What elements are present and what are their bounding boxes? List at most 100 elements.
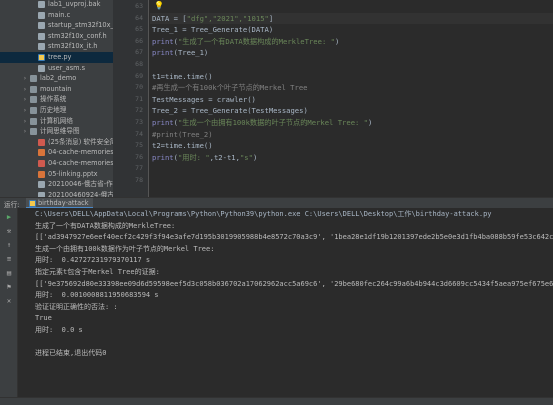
line-number: 68 (135, 60, 143, 68)
code-token: "dfg","2021","1015" (186, 13, 269, 23)
code-editor[interactable]: 💡 DATA = ["dfg","2021","1015"] Tree_1 = T… (150, 0, 553, 197)
console-line: C:\Users\DELL\AppData\Local\Programs\Pyt… (35, 210, 492, 218)
project-tree-item[interactable]: stm32f10x_it.h (0, 41, 113, 52)
code-line[interactable]: print("生成了一个有DATA数据构成的MerkleTree: ") (152, 36, 339, 47)
code-token: print (152, 118, 174, 127)
chevron-right-icon[interactable]: › (22, 116, 28, 127)
code-line[interactable]: t2=time.time() (152, 140, 213, 151)
chevron-right-icon[interactable]: › (22, 105, 28, 116)
code-line[interactable]: #print(Tree_2) (152, 129, 213, 140)
project-tree-item[interactable]: › 计网思维导图 (0, 126, 113, 137)
console-line: 用时: 0.0 s (35, 326, 83, 334)
project-tree-item-label: mountain (40, 84, 72, 93)
project-tree-item[interactable]: 202100460924-俄古省- (0, 190, 113, 197)
project-tree-item[interactable]: lab1_uvproj.bak (0, 0, 113, 10)
project-tree-item[interactable]: startup_stm32f10x_m (0, 20, 113, 31)
file-icon (38, 64, 45, 72)
project-tree-item[interactable]: main.c (0, 10, 113, 21)
line-number: 64 (135, 13, 143, 22)
file-icon (38, 22, 45, 30)
code-line[interactable]: Tree_1 = Tree_Generate(DATA) (152, 24, 273, 35)
pin-icon[interactable]: ⚑ (4, 282, 14, 292)
file-icon (38, 11, 45, 19)
folder-icon (30, 107, 37, 114)
code-token: #print(Tree_2) (152, 129, 213, 139)
project-tree-item[interactable]: 05-linking.pptx (0, 169, 113, 180)
project-tree-item[interactable]: user_asm.s (0, 63, 113, 74)
project-tree-item[interactable]: (25条消息) 软件安全简单 (0, 137, 113, 148)
line-number: 72 (135, 106, 143, 115)
project-tree-item[interactable]: tree.py (0, 52, 113, 63)
project-tree-item-label: 202100460924-俄古省- (48, 190, 113, 197)
code-token: print (152, 48, 174, 58)
console-line: 生成一个由拥有100k数据作为叶子节点的Merkel Tree: (35, 244, 215, 253)
project-tree-item[interactable]: › lab2_demo (0, 73, 113, 84)
project-tree-item[interactable]: stm32f10x_conf.h (0, 31, 113, 42)
project-tree-item-label: lab2_demo (40, 74, 77, 83)
project-tree-item[interactable]: 04-cache-memories.ppt (0, 147, 113, 158)
project-tree-item[interactable]: › 操作系统 (0, 94, 113, 105)
console-line: 用时: 0.0010008811950683594 s (35, 291, 159, 300)
line-number: 67 (135, 48, 143, 57)
up-arrow-icon[interactable]: ↑ (4, 240, 14, 250)
chevron-right-icon[interactable]: › (22, 73, 28, 84)
code-line[interactable]: t1=time.time() (152, 71, 213, 82)
console-line: 进程已结束,退出代码0 (35, 349, 107, 358)
code-token: Tree_2 = Tree_Generate(TestMessages) (152, 106, 308, 116)
code-line[interactable]: DATA = ["dfg","2021","1015"] (150, 12, 553, 24)
console-line: 指定元素t包含于Merkel Tree的证据: (35, 268, 160, 276)
python-file-icon (29, 200, 36, 207)
line-number: 77 (135, 164, 143, 173)
chevron-right-icon[interactable]: › (22, 126, 28, 137)
code-line[interactable]: print("用时: ",t2-t1,"s") (152, 152, 257, 163)
project-tree-item[interactable]: › 历史地理 (0, 105, 113, 116)
line-number: 69 (135, 71, 143, 80)
folder-icon (30, 117, 37, 125)
project-tree-item-label: 计算机网络 (40, 116, 73, 125)
line-number: 70 (135, 83, 143, 92)
folder-icon (30, 85, 37, 93)
console-line: True (35, 314, 52, 323)
line-number: 66 (135, 36, 143, 45)
code-token: Tree_1 = Tree_Generate(DATA) (152, 25, 274, 35)
print-icon[interactable]: ▤ (4, 268, 14, 278)
code-token: "s" (239, 152, 253, 162)
code-line[interactable]: #再生成一个有100k个叶子节点的Merkel Tree (152, 82, 308, 93)
code-token: "生成一个由拥有100k数据的叶子节点的Merkel Tree: " (177, 118, 369, 127)
status-bar (0, 397, 553, 405)
code-line[interactable]: TestMessages = crawler() (152, 94, 256, 105)
line-number: 74 (135, 129, 143, 138)
project-tree-item[interactable]: › 计算机网络 (0, 116, 113, 127)
project-tree-item-label: stm32f10x_conf.h (48, 31, 107, 40)
code-line[interactable]: Tree_2 = Tree_Generate(TestMessages) (152, 105, 308, 116)
project-tree-item[interactable]: 04-cache-memories zh.p (0, 158, 113, 169)
project-tree-item-label: user_asm.s (48, 63, 86, 72)
run-console-output[interactable]: C:\Users\DELL\AppData\Local\Programs\Pyt… (19, 208, 553, 397)
code-token: TestMessages = crawler() (152, 94, 256, 104)
line-number: 78 (135, 176, 143, 184)
line-number: 73 (135, 118, 143, 126)
file-icon (38, 32, 45, 40)
chevron-right-icon[interactable]: › (22, 94, 28, 105)
delete-icon[interactable]: ✕ (4, 296, 14, 306)
project-tree-item[interactable]: 20210046-俄古省-作业- (0, 179, 113, 190)
console-line: 生成了一个有DATA数据构成的MerkleTree: (35, 221, 176, 230)
console-line: [['9e375692d80e33398ee09d6d59598eef5d3c0… (35, 279, 553, 288)
project-tree-item-label: tree.py (48, 53, 72, 61)
intention-bulb-icon[interactable]: 💡 (154, 1, 164, 10)
chevron-right-icon[interactable]: › (22, 84, 28, 95)
code-token: ] (268, 13, 274, 23)
ppt-icon (38, 170, 45, 178)
code-token: "生成了一个有DATA数据构成的MerkleTree: " (177, 36, 335, 46)
pdf-icon (38, 160, 45, 167)
console-line: 用时: 0.42727231979370117 s (35, 256, 151, 265)
project-tree-item-label: 操作系统 (40, 95, 67, 104)
rerun-icon[interactable]: ▶ (4, 212, 14, 222)
code-token: "用时: " (177, 152, 210, 162)
code-line[interactable]: print(Tree_1) (152, 47, 208, 58)
wrench-icon[interactable]: ⚒ (4, 226, 14, 236)
code-line[interactable]: print("生成一个由拥有100k数据的叶子节点的Merkel Tree: "… (152, 117, 372, 128)
code-token: DATA = [ (152, 13, 187, 23)
project-tree-item[interactable]: › mountain (0, 84, 113, 95)
soft-wrap-icon[interactable]: ≡ (4, 254, 14, 264)
